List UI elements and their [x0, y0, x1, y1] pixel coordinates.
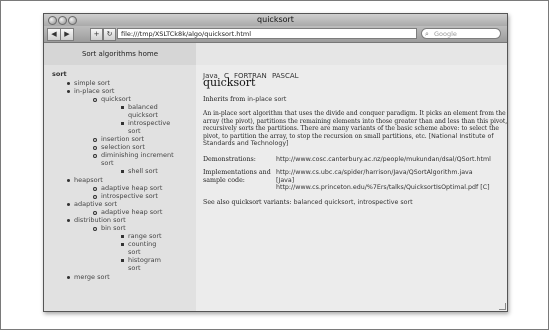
- bullet-icon: [121, 106, 124, 109]
- implementations-links: http://www.cs.ubc.ca/spider/harrison/Jav…: [276, 169, 490, 192]
- tree-item-counting-sort-line2[interactable]: sort: [128, 248, 141, 256]
- implementations-label: Implementations and sample code:: [203, 169, 271, 184]
- tree-item-insertion-sort[interactable]: insertion sort: [101, 135, 144, 143]
- inherits-link[interactable]: in-place sort: [247, 96, 286, 103]
- tree-item-heapsort[interactable]: heapsort: [74, 176, 103, 184]
- tree-item-quicksort[interactable]: quicksort: [101, 95, 131, 103]
- bullet-icon: [93, 146, 97, 150]
- inherits-label: Inherits from: [203, 96, 248, 103]
- search-placeholder: Google: [434, 30, 457, 38]
- nav-pascal-link[interactable]: PASCAL: [272, 65, 299, 87]
- url-text: file:///tmp/XSLTCk8k/algo/quicksort.html: [121, 30, 252, 38]
- bullet-icon: [121, 243, 124, 246]
- bullet-icon: [67, 90, 70, 93]
- bullet-icon: [121, 170, 124, 173]
- bullet-icon: [93, 187, 97, 191]
- reload-icon: ↻: [106, 30, 113, 38]
- language-nav: Java C FORTRAN PASCAL: [44, 65, 507, 87]
- nist-reference-link[interactable]: [National Institute of: [429, 133, 494, 140]
- tree-item-range-sort[interactable]: range sort: [128, 232, 162, 240]
- bullet-icon: [67, 276, 70, 279]
- tree-item-diminishing-increment-sort-line1[interactable]: diminishing increment: [101, 151, 174, 159]
- search-field[interactable]: ⌕ Google: [421, 28, 501, 39]
- forward-arrow-icon: ▶: [64, 30, 70, 38]
- bullet-icon: [93, 211, 97, 215]
- browser-window: quicksort ◀ ▶ + ↻ file:///tmp/XSLTCk8k/a…: [43, 13, 508, 312]
- implementation-language-tag[interactable]: [Java]: [276, 177, 490, 185]
- tree-item-diminishing-increment-sort-line2[interactable]: sort: [101, 159, 114, 167]
- implementations-label-line: sample code:: [203, 176, 245, 184]
- tree-item-adaptive-heap-sort[interactable]: adaptive heap sort: [101, 184, 162, 192]
- page-title: quicksort: [203, 76, 256, 89]
- implementation-language-tag[interactable]: [C]: [480, 184, 489, 191]
- title-bar: quicksort: [44, 14, 507, 26]
- description-line: pivot, to partition the array, to stop t…: [203, 132, 429, 140]
- demonstrations-link[interactable]: http://www.cosc.canterbury.ac.nz/people/…: [276, 156, 491, 164]
- bullet-icon: [93, 98, 97, 102]
- description: An in-place sort algorithm that uses the…: [203, 110, 508, 148]
- resize-grip-icon[interactable]: [499, 303, 506, 310]
- implementation-link[interactable]: http://www.cs.ubc.ca/spider/harrison/Jav…: [276, 169, 490, 177]
- tree-item-shell-sort[interactable]: shell sort: [128, 167, 158, 175]
- see-also-link[interactable]: balanced quicksort: [294, 199, 354, 206]
- tree-item-introspective-sort-b[interactable]: introspective sort: [101, 192, 158, 200]
- implementations-label-line: Implementations and: [203, 169, 271, 176]
- tree-item-introspective-sort-line2[interactable]: sort: [128, 127, 141, 135]
- see-also-label: See also quicksort variants:: [203, 199, 294, 206]
- reload-button[interactable]: ↻: [103, 28, 116, 41]
- search-icon: ⌕: [425, 30, 429, 38]
- tree-item-counting-sort-line1[interactable]: counting: [128, 240, 156, 248]
- bullet-icon: [67, 203, 70, 206]
- bullet-icon: [93, 154, 97, 158]
- bullet-icon: [67, 179, 70, 182]
- add-bookmark-button[interactable]: +: [90, 28, 103, 41]
- tree-item-balanced-quicksort-line2[interactable]: quicksort: [128, 111, 158, 119]
- inherits-line: Inherits from in-place sort: [203, 96, 286, 104]
- tree-item-adaptive-sort[interactable]: adaptive sort: [74, 200, 117, 208]
- tree-item-balanced-quicksort-line1[interactable]: balanced: [128, 103, 158, 111]
- bullet-icon: [93, 227, 97, 231]
- description-line: array (the pivot), partitions the remain…: [203, 117, 508, 125]
- back-button[interactable]: ◀: [47, 28, 61, 41]
- sidebar-home-link[interactable]: Sort algorithms home: [44, 43, 196, 65]
- tree-item-adaptive-heap-sort-b[interactable]: adaptive heap sort: [101, 208, 162, 216]
- tree-item-introspective-sort-line1[interactable]: introspective: [128, 119, 170, 127]
- address-bar[interactable]: file:///tmp/XSLTCk8k/algo/quicksort.html: [117, 28, 417, 39]
- tree-item-histogram-sort-line2[interactable]: sort: [128, 264, 141, 272]
- tree-item-selection-sort[interactable]: selection sort: [101, 143, 145, 151]
- back-arrow-icon: ◀: [51, 30, 57, 38]
- tree-item-distribution-sort[interactable]: distribution sort: [74, 216, 126, 224]
- tree-item-simple-sort[interactable]: simple sort: [74, 79, 110, 87]
- demonstrations-link-text[interactable]: http://www.cosc.canterbury.ac.nz/people/…: [276, 156, 491, 163]
- tree-item-in-place-sort[interactable]: in-place sort: [74, 87, 114, 95]
- bullet-icon: [67, 219, 70, 222]
- window-title: quicksort: [257, 15, 294, 24]
- demonstrations-label: Demonstrations:: [203, 156, 256, 163]
- tree-root-sort[interactable]: sort: [52, 70, 67, 78]
- bullet-icon: [67, 82, 70, 85]
- forward-button[interactable]: ▶: [60, 28, 74, 41]
- see-also-line: See also quicksort variants: balanced qu…: [203, 199, 413, 207]
- bullet-icon: [93, 195, 97, 199]
- tree-item-histogram-sort-line1[interactable]: histogram: [128, 256, 161, 264]
- plus-icon: +: [93, 30, 100, 38]
- bullet-icon: [121, 122, 124, 125]
- bullet-icon: [121, 235, 124, 238]
- description-line: recursively sorts the partitions. There …: [203, 125, 499, 132]
- bullet-icon: [93, 138, 97, 142]
- tree-item-merge-sort[interactable]: merge sort: [74, 273, 110, 281]
- description-line: An in-place sort algorithm that uses the…: [203, 110, 506, 117]
- browser-toolbar: ◀ ▶ + ↻ file:///tmp/XSLTCk8k/algo/quicks…: [44, 26, 507, 43]
- nist-reference-link-cont[interactable]: Standards and Technology]: [203, 140, 503, 148]
- bullet-icon: [121, 259, 124, 262]
- see-also-link[interactable]: introspective sort: [357, 199, 412, 206]
- tree-item-bin-sort[interactable]: bin sort: [101, 224, 126, 232]
- implementation-link[interactable]: http://www.cs.princeton.edu/%7Ers/talks/…: [276, 184, 478, 191]
